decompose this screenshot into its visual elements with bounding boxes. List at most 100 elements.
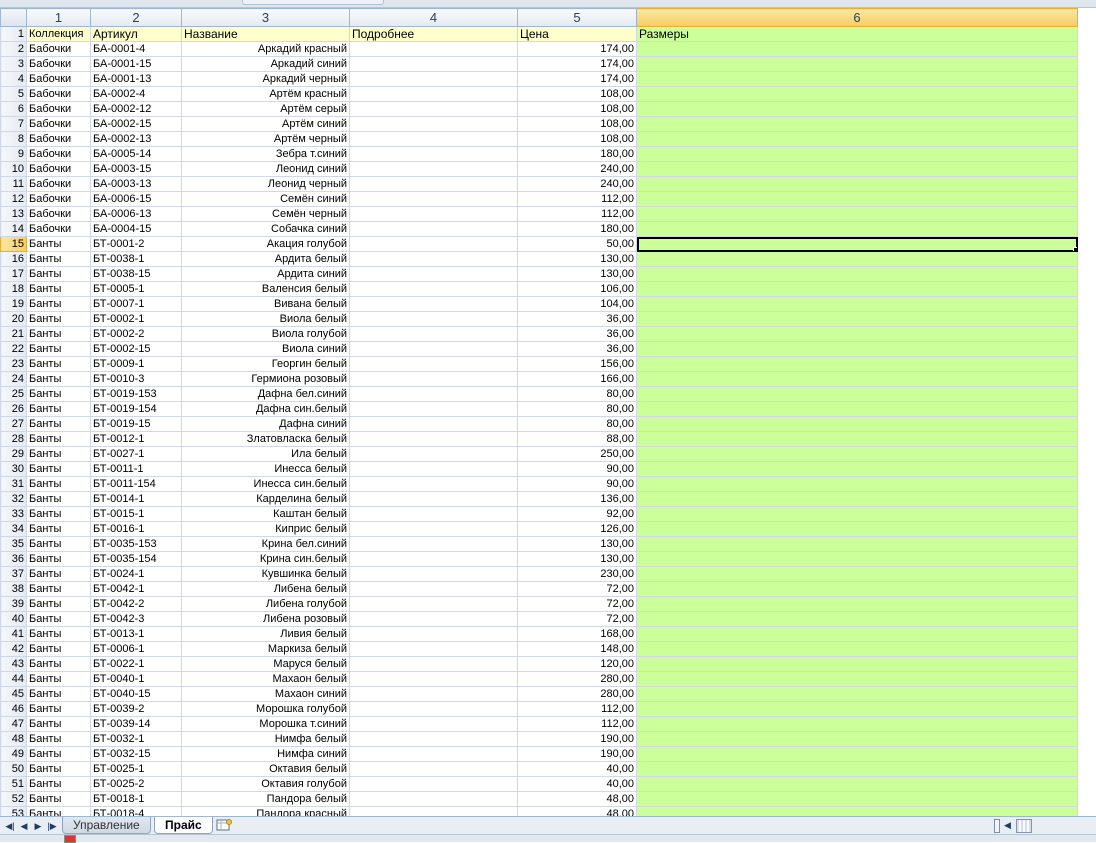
row-header[interactable]: 26 bbox=[0, 401, 27, 417]
cell-name[interactable]: Дафна син.белый bbox=[181, 401, 350, 417]
cell-article[interactable]: БТ-0038-15 bbox=[90, 266, 182, 282]
cell-details[interactable] bbox=[349, 266, 518, 282]
cell-name[interactable]: Либена голубой bbox=[181, 596, 350, 612]
cell-name[interactable]: Крина бел.синий bbox=[181, 536, 350, 552]
cell-article[interactable]: БТ-0015-1 bbox=[90, 506, 182, 522]
column-header-6[interactable]: 6 bbox=[636, 8, 1078, 27]
cell-details[interactable] bbox=[349, 401, 518, 417]
row-header[interactable]: 44 bbox=[0, 671, 27, 687]
row-header[interactable]: 46 bbox=[0, 701, 27, 717]
cell-header-name[interactable]: Название bbox=[181, 26, 350, 42]
cell-details[interactable] bbox=[349, 536, 518, 552]
row-header[interactable]: 25 bbox=[0, 386, 27, 402]
row-header[interactable]: 14 bbox=[0, 221, 27, 237]
column-header-2[interactable]: 2 bbox=[90, 8, 182, 27]
cell-price[interactable]: 92,00 bbox=[517, 506, 637, 522]
cell-name[interactable]: Аркадий синий bbox=[181, 56, 350, 72]
row-header[interactable]: 1 bbox=[0, 26, 27, 42]
cell-name[interactable]: Гермиона розовый bbox=[181, 371, 350, 387]
cell-article[interactable]: БТ-0039-2 bbox=[90, 701, 182, 717]
column-header-1[interactable]: 1 bbox=[26, 8, 91, 27]
cell-price[interactable]: 126,00 bbox=[517, 521, 637, 537]
cell-price[interactable]: 106,00 bbox=[517, 281, 637, 297]
cell-details[interactable] bbox=[349, 356, 518, 372]
cell-price[interactable]: 130,00 bbox=[517, 536, 637, 552]
cell-article[interactable]: БА-0002-13 bbox=[90, 131, 182, 147]
cell-details[interactable] bbox=[349, 146, 518, 162]
row-header[interactable]: 6 bbox=[0, 101, 27, 117]
cell-details[interactable] bbox=[349, 521, 518, 537]
cell-collection[interactable]: Бабочки bbox=[26, 146, 91, 162]
cell-collection[interactable]: Банты bbox=[26, 581, 91, 597]
cell-collection[interactable]: Банты bbox=[26, 326, 91, 342]
cell-sizes[interactable] bbox=[636, 131, 1078, 147]
cell-name[interactable]: Инесса белый bbox=[181, 461, 350, 477]
row-header[interactable]: 52 bbox=[0, 791, 27, 807]
cell-sizes[interactable] bbox=[636, 101, 1078, 117]
cell-collection[interactable]: Банты bbox=[26, 806, 91, 816]
cell-article[interactable]: БТ-0011-154 bbox=[90, 476, 182, 492]
row-header[interactable]: 22 bbox=[0, 341, 27, 357]
cell-details[interactable] bbox=[349, 761, 518, 777]
cell-details[interactable] bbox=[349, 86, 518, 102]
row-header[interactable]: 42 bbox=[0, 641, 27, 657]
cell-name[interactable]: Маркиза белый bbox=[181, 641, 350, 657]
cell-article[interactable]: БТ-0001-2 bbox=[90, 236, 182, 252]
cell-article[interactable]: БТ-0040-15 bbox=[90, 686, 182, 702]
cell-collection[interactable]: Банты bbox=[26, 596, 91, 612]
row-header[interactable]: 12 bbox=[0, 191, 27, 207]
cell-details[interactable] bbox=[349, 56, 518, 72]
cell-details[interactable] bbox=[349, 581, 518, 597]
cell-sizes[interactable] bbox=[636, 221, 1078, 237]
cell-article[interactable]: БТ-0005-1 bbox=[90, 281, 182, 297]
row-header[interactable]: 2 bbox=[0, 41, 27, 57]
cell-price[interactable]: 36,00 bbox=[517, 341, 637, 357]
cell-collection[interactable]: Банты bbox=[26, 386, 91, 402]
cell-sizes[interactable] bbox=[636, 476, 1078, 492]
cell-price[interactable]: 112,00 bbox=[517, 701, 637, 717]
row-header[interactable]: 50 bbox=[0, 761, 27, 777]
cell-sizes[interactable] bbox=[636, 806, 1078, 816]
cell-price[interactable]: 72,00 bbox=[517, 581, 637, 597]
cell-collection[interactable]: Бабочки bbox=[26, 161, 91, 177]
cell-sizes[interactable] bbox=[636, 326, 1078, 342]
cell-article[interactable]: БТ-0002-15 bbox=[90, 341, 182, 357]
row-header[interactable]: 36 bbox=[0, 551, 27, 567]
cell-sizes[interactable] bbox=[636, 791, 1078, 807]
cell-name[interactable]: Ливия белый bbox=[181, 626, 350, 642]
cell-article[interactable]: БТ-0010-3 bbox=[90, 371, 182, 387]
cell-collection[interactable]: Бабочки bbox=[26, 56, 91, 72]
cell-collection[interactable]: Банты bbox=[26, 401, 91, 417]
cell-name[interactable]: Пандора красный bbox=[181, 806, 350, 816]
cell-collection[interactable]: Бабочки bbox=[26, 191, 91, 207]
cell-price[interactable]: 88,00 bbox=[517, 431, 637, 447]
row-header[interactable]: 4 bbox=[0, 71, 27, 87]
cell-collection[interactable]: Банты bbox=[26, 536, 91, 552]
row-header[interactable]: 35 bbox=[0, 536, 27, 552]
row-header[interactable]: 24 bbox=[0, 371, 27, 387]
cell-collection[interactable]: Банты bbox=[26, 371, 91, 387]
cell-name[interactable]: Либена белый bbox=[181, 581, 350, 597]
row-header[interactable]: 32 bbox=[0, 491, 27, 507]
cell-sizes[interactable] bbox=[636, 116, 1078, 132]
cell-article[interactable]: БА-0004-15 bbox=[90, 221, 182, 237]
cell-price[interactable]: 80,00 bbox=[517, 416, 637, 432]
cell-price[interactable]: 240,00 bbox=[517, 161, 637, 177]
scroll-thumb[interactable] bbox=[1016, 819, 1032, 833]
cell-sizes[interactable] bbox=[636, 401, 1078, 417]
cell-article[interactable]: БТ-0039-14 bbox=[90, 716, 182, 732]
cell-article[interactable]: БТ-0002-1 bbox=[90, 311, 182, 327]
cell-price[interactable]: 40,00 bbox=[517, 776, 637, 792]
cell-price[interactable]: 72,00 bbox=[517, 611, 637, 627]
cell-sizes[interactable] bbox=[636, 176, 1078, 192]
cell-details[interactable] bbox=[349, 641, 518, 657]
insert-sheet-icon[interactable] bbox=[214, 818, 234, 832]
row-header[interactable]: 15 bbox=[0, 236, 27, 252]
row-header[interactable]: 43 bbox=[0, 656, 27, 672]
row-header[interactable]: 7 bbox=[0, 116, 27, 132]
cell-details[interactable] bbox=[349, 506, 518, 522]
cell-price[interactable]: 90,00 bbox=[517, 461, 637, 477]
cell-article[interactable]: БА-0005-14 bbox=[90, 146, 182, 162]
cell-details[interactable] bbox=[349, 476, 518, 492]
sheet-tab-prais[interactable]: Прайс bbox=[154, 817, 213, 834]
